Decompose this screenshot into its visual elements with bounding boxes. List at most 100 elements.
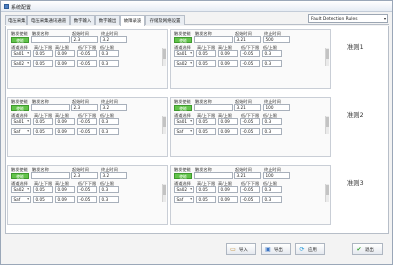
apply-button[interactable]: ⟳ 应用 bbox=[295, 243, 325, 255]
start-time-field[interactable]: 2.3 bbox=[71, 36, 98, 43]
end-time-field[interactable]: 3.2 bbox=[100, 172, 127, 179]
channel-dropdown[interactable]: Sa02 ▾ bbox=[174, 60, 194, 67]
high-upper-field[interactable]: 0.09 bbox=[218, 186, 238, 193]
channel-dropdown[interactable]: Sa01 ▾ bbox=[174, 118, 194, 125]
low-lower-field[interactable]: -0.05 bbox=[240, 186, 260, 193]
start-time-field[interactable]: 3.21 bbox=[234, 104, 261, 111]
enable-button[interactable]: 使能 bbox=[11, 105, 29, 111]
tab-fault-record[interactable]: 故障录波 bbox=[120, 15, 145, 26]
end-time-field[interactable]: 100 bbox=[263, 104, 290, 111]
high-upper-field[interactable]: 0.09 bbox=[55, 196, 75, 203]
end-time-field[interactable]: 500 bbox=[263, 36, 290, 43]
low-lower-field[interactable]: -0.05 bbox=[240, 196, 260, 203]
low-lower-field[interactable]: -0.05 bbox=[77, 186, 97, 193]
low-upper-field[interactable]: 0.3 bbox=[262, 186, 282, 193]
high-upper-field[interactable]: 0.09 bbox=[218, 50, 238, 57]
high-upper-field[interactable]: 0.09 bbox=[55, 128, 75, 135]
low-upper-field[interactable]: 0.3 bbox=[99, 128, 119, 135]
tab-digital-output[interactable]: 数字输出 bbox=[95, 15, 120, 25]
end-time-field[interactable]: 3.2 bbox=[100, 36, 127, 43]
low-lower-field[interactable]: -0.05 bbox=[77, 50, 97, 57]
enable-button[interactable]: 使能 bbox=[174, 37, 192, 43]
low-upper-field[interactable]: 0.3 bbox=[262, 196, 282, 203]
high-lower-field[interactable]: 0.05 bbox=[33, 118, 53, 125]
high-upper-field[interactable]: 0.09 bbox=[218, 128, 238, 135]
scrollbar-thumb[interactable] bbox=[326, 185, 329, 195]
enable-button[interactable]: 使能 bbox=[174, 173, 192, 179]
high-lower-field[interactable]: 0.05 bbox=[33, 186, 53, 193]
scrollbar[interactable] bbox=[162, 48, 166, 66]
high-upper-field[interactable]: 0.09 bbox=[55, 186, 75, 193]
tab-digital-input[interactable]: 数字输入 bbox=[70, 15, 95, 25]
channel-dropdown[interactable]: Saf ▾ bbox=[174, 128, 194, 135]
trigger-name-field[interactable] bbox=[31, 172, 70, 179]
start-time-field[interactable]: 2.3 bbox=[71, 172, 98, 179]
trigger-name-field[interactable] bbox=[194, 36, 233, 43]
high-lower-field[interactable]: 0.05 bbox=[33, 196, 53, 203]
start-time-field[interactable]: 3.21 bbox=[234, 172, 261, 179]
tab-voltage-acq[interactable]: 电压采集 bbox=[5, 15, 27, 25]
high-lower-field[interactable]: 0.05 bbox=[196, 186, 216, 193]
channel-dropdown[interactable]: Sa02 ▾ bbox=[11, 60, 31, 67]
trigger-name-field[interactable] bbox=[194, 104, 233, 111]
enable-button[interactable]: 使能 bbox=[11, 173, 29, 179]
low-lower-field[interactable]: -0.05 bbox=[77, 118, 97, 125]
start-time-field[interactable]: 2.3 bbox=[71, 104, 98, 111]
scrollbar-thumb[interactable] bbox=[163, 185, 166, 195]
scrollbar-thumb[interactable] bbox=[163, 117, 166, 127]
high-upper-field[interactable]: 0.09 bbox=[218, 118, 238, 125]
low-lower-field[interactable]: -0.05 bbox=[77, 128, 97, 135]
high-lower-field[interactable]: 0.05 bbox=[33, 60, 53, 67]
high-lower-field[interactable]: 0.05 bbox=[196, 128, 216, 135]
low-upper-field[interactable]: 0.3 bbox=[262, 60, 282, 67]
scrollbar[interactable] bbox=[162, 184, 166, 202]
channel-dropdown[interactable]: Saf ▾ bbox=[11, 196, 31, 203]
high-upper-field[interactable]: 0.09 bbox=[218, 196, 238, 203]
low-upper-field[interactable]: 0.3 bbox=[99, 50, 119, 57]
scrollbar[interactable] bbox=[325, 184, 329, 202]
tab-voltage-channel[interactable]: 电压采集通讯通道 bbox=[27, 15, 70, 25]
low-lower-field[interactable]: -0.05 bbox=[77, 196, 97, 203]
high-lower-field[interactable]: 0.05 bbox=[33, 128, 53, 135]
low-upper-field[interactable]: 0.3 bbox=[99, 186, 119, 193]
channel-dropdown[interactable]: Saf ▾ bbox=[174, 196, 194, 203]
low-upper-field[interactable]: 0.3 bbox=[99, 118, 119, 125]
high-upper-field[interactable]: 0.09 bbox=[55, 50, 75, 57]
high-upper-field[interactable]: 0.09 bbox=[55, 60, 75, 67]
scrollbar-thumb[interactable] bbox=[326, 117, 329, 127]
rule-set-dropdown[interactable]: Fault Detection Rules ▾ bbox=[308, 14, 388, 23]
enable-button[interactable]: 使能 bbox=[11, 37, 29, 43]
low-lower-field[interactable]: -0.05 bbox=[77, 60, 97, 67]
tab-storage-network[interactable]: 存储及网络设置 bbox=[145, 15, 185, 25]
channel-dropdown[interactable]: Sa01 ▾ bbox=[174, 50, 194, 57]
end-time-field[interactable]: 3.2 bbox=[100, 104, 127, 111]
low-upper-field[interactable]: 0.3 bbox=[262, 128, 282, 135]
low-upper-field[interactable]: 0.3 bbox=[262, 118, 282, 125]
enable-button[interactable]: 使能 bbox=[174, 105, 192, 111]
low-upper-field[interactable]: 0.3 bbox=[262, 50, 282, 57]
export-button[interactable]: ▣ 导出 bbox=[261, 243, 291, 255]
low-upper-field[interactable]: 0.3 bbox=[99, 60, 119, 67]
high-lower-field[interactable]: 0.05 bbox=[196, 196, 216, 203]
low-upper-field[interactable]: 0.3 bbox=[99, 196, 119, 203]
low-lower-field[interactable]: -0.05 bbox=[240, 60, 260, 67]
scrollbar-thumb[interactable] bbox=[163, 49, 166, 59]
high-lower-field[interactable]: 0.05 bbox=[33, 50, 53, 57]
scrollbar[interactable] bbox=[325, 116, 329, 134]
scrollbar[interactable] bbox=[325, 48, 329, 66]
scrollbar[interactable] bbox=[162, 116, 166, 134]
channel-dropdown[interactable]: Sa01 ▾ bbox=[11, 118, 31, 125]
exit-button[interactable]: ✔ 退出 bbox=[352, 243, 383, 255]
end-time-field[interactable]: 100 bbox=[263, 172, 290, 179]
low-lower-field[interactable]: -0.05 bbox=[240, 50, 260, 57]
high-lower-field[interactable]: 0.05 bbox=[196, 60, 216, 67]
channel-dropdown[interactable]: Sa01 ▾ bbox=[11, 50, 31, 57]
channel-dropdown[interactable]: Sa02 ▾ bbox=[174, 186, 194, 193]
trigger-name-field[interactable] bbox=[31, 36, 70, 43]
high-upper-field[interactable]: 0.09 bbox=[218, 60, 238, 67]
low-lower-field[interactable]: -0.05 bbox=[240, 118, 260, 125]
high-lower-field[interactable]: 0.05 bbox=[196, 50, 216, 57]
trigger-name-field[interactable] bbox=[31, 104, 70, 111]
high-upper-field[interactable]: 0.09 bbox=[55, 118, 75, 125]
channel-dropdown[interactable]: Saf ▾ bbox=[11, 128, 31, 135]
